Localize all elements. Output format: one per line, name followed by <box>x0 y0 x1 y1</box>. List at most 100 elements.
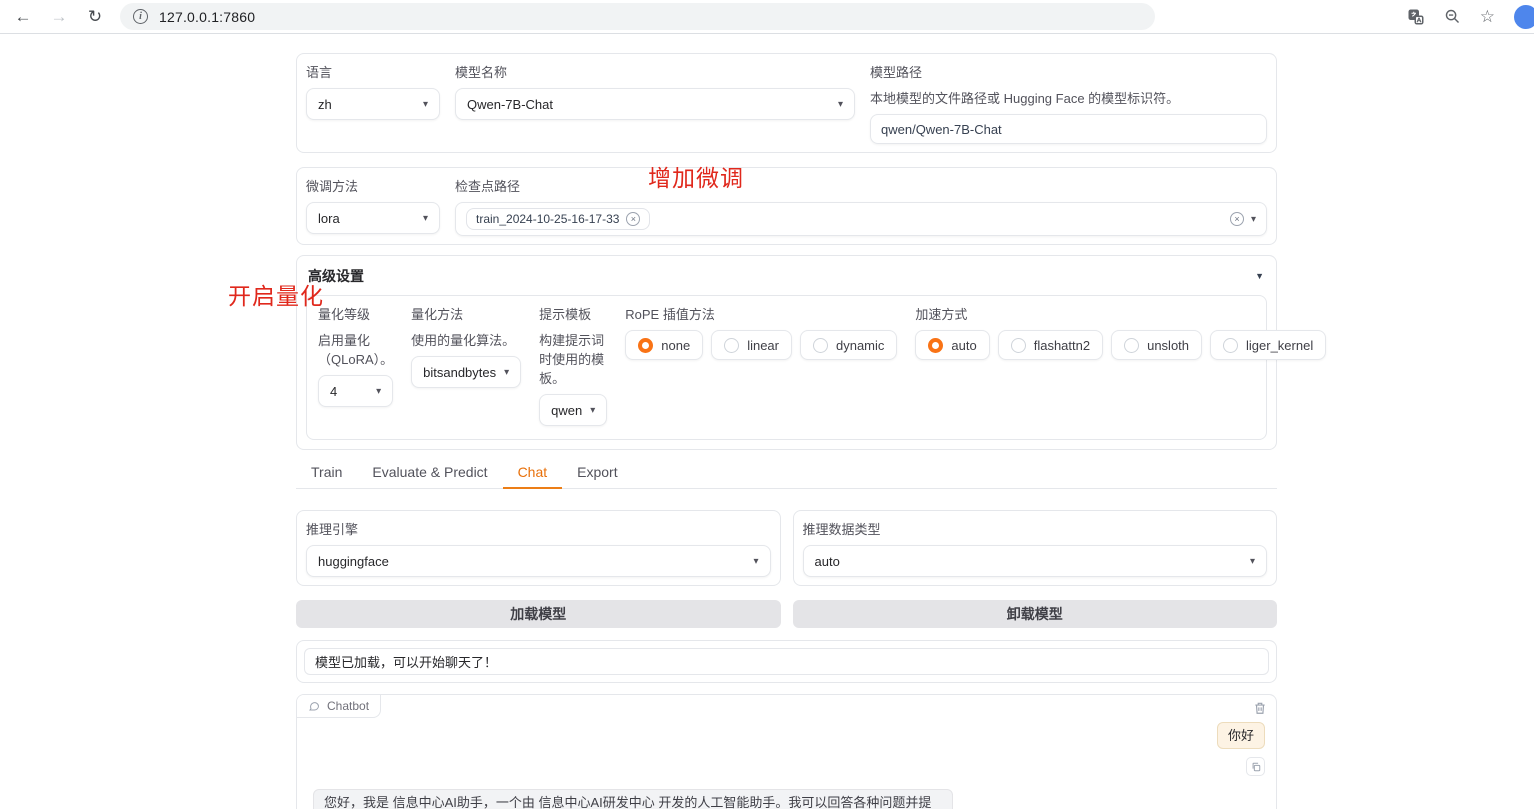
bookmark-star-icon[interactable]: ☆ <box>1480 7 1495 27</box>
tab-export[interactable]: Export <box>562 459 632 488</box>
status-block: 模型已加载，可以开始聊天了！ <box>296 640 1277 683</box>
user-bubble: 你好 <box>1217 722 1265 749</box>
booster-option-flashattn2[interactable]: flashattn2 <box>998 330 1103 360</box>
finetune-method-dropdown[interactable]: lora ▾ <box>306 202 440 234</box>
infer-engine-field: 推理引擎 huggingface ▾ <box>296 510 781 586</box>
remove-token-icon[interactable]: × <box>626 212 640 226</box>
radio-selected-icon <box>928 338 943 353</box>
model-config-group: 语言 zh ▾ 模型名称 Qwen-7B-Chat ▾ 模型路径 本地模型的文件… <box>296 53 1277 153</box>
quant-method-dropdown[interactable]: bitsandbytes ▾ <box>411 356 521 388</box>
infer-engine-value: huggingface <box>318 554 389 569</box>
booster-option-label: auto <box>951 338 976 353</box>
booster-option-auto[interactable]: auto <box>915 330 989 360</box>
checkpoint-path-multiselect[interactable]: train_2024-10-25-16-17-33 × × ▾ <box>455 202 1267 236</box>
model-name-dropdown[interactable]: Qwen-7B-Chat ▾ <box>455 88 855 120</box>
translate-icon[interactable] <box>1407 8 1425 26</box>
finetune-method-value: lora <box>318 211 340 226</box>
zoom-icon[interactable] <box>1444 8 1461 25</box>
model-path-input[interactable]: qwen/Qwen-7B-Chat <box>870 114 1267 144</box>
tab-chat[interactable]: Chat <box>503 459 563 489</box>
advanced-settings-title: 高级设置 <box>308 266 364 286</box>
url-text: 127.0.0.1:7860 <box>159 9 255 25</box>
model-path-field: 模型路径 本地模型的文件路径或 Hugging Face 的模型标识符。 qwe… <box>870 62 1267 144</box>
chatbot-label-text: Chatbot <box>327 699 369 713</box>
infer-engine-label: 推理引擎 <box>306 519 771 538</box>
chat-message-user: 你好 <box>1217 722 1265 776</box>
tab-evaluate-predict[interactable]: Evaluate & Predict <box>357 459 502 488</box>
status-text: 模型已加载，可以开始聊天了！ <box>315 652 497 671</box>
booster-option-liger-kernel[interactable]: liger_kernel <box>1210 330 1326 360</box>
advanced-settings-header[interactable]: 高级设置 ▼ <box>306 263 1267 295</box>
quant-method-label: 量化方法 <box>411 304 521 323</box>
chatbot-panel: Chatbot 你好 您好，我是 信息中心AI助手，一个由 信息中心AI研发中心… <box>296 694 1277 809</box>
chevron-down-icon: ▾ <box>423 99 428 110</box>
rope-option-linear[interactable]: linear <box>711 330 792 360</box>
language-dropdown[interactable]: zh ▾ <box>306 88 440 120</box>
booster-option-label: unsloth <box>1147 338 1189 353</box>
back-icon[interactable]: ← <box>12 0 34 34</box>
radio-icon <box>813 338 828 353</box>
quant-bit-field: 量化等级 启用量化（QLoRA）。 4 ▾ <box>318 304 393 407</box>
model-action-row: 加载模型 卸载模型 <box>296 600 1277 628</box>
clear-chat-trash-icon[interactable] <box>1253 701 1267 718</box>
chevron-down-icon[interactable]: ▾ <box>1251 214 1256 225</box>
model-name-field: 模型名称 Qwen-7B-Chat ▾ <box>455 62 855 120</box>
radio-icon <box>1124 338 1139 353</box>
quant-bit-value: 4 <box>330 384 337 399</box>
inference-config-row: 推理引擎 huggingface ▾ 推理数据类型 auto ▾ <box>296 510 1277 586</box>
rope-option-label: none <box>661 338 690 353</box>
rope-option-dynamic[interactable]: dynamic <box>800 330 897 360</box>
chat-bubble-icon <box>308 700 320 712</box>
infer-dtype-label: 推理数据类型 <box>803 519 1268 538</box>
finetune-method-label: 微调方法 <box>306 176 440 195</box>
template-field: 提示模板 构建提示词时使用的模板。 qwen ▾ <box>539 304 607 426</box>
radio-icon <box>1223 338 1238 353</box>
reload-icon[interactable]: ↻ <box>84 0 106 34</box>
template-info: 构建提示词时使用的模板。 <box>539 330 607 387</box>
template-label: 提示模板 <box>539 304 607 323</box>
finetune-method-field: 微调方法 lora ▾ <box>306 176 440 234</box>
booster-field: 加速方式 auto flashattn2 unsloth <box>915 304 1326 360</box>
profile-avatar[interactable] <box>1514 5 1534 29</box>
chat-messages: 你好 您好，我是 信息中心AI助手，一个由 信息中心AI研发中心 开发的人工智能… <box>297 695 1276 809</box>
radio-selected-icon <box>638 338 653 353</box>
accordion-collapse-icon[interactable]: ▼ <box>1255 271 1264 281</box>
tab-train[interactable]: Train <box>296 459 357 488</box>
unload-model-button[interactable]: 卸载模型 <box>793 600 1278 628</box>
booster-option-unsloth[interactable]: unsloth <box>1111 330 1202 360</box>
clear-all-icon[interactable]: × <box>1230 212 1244 226</box>
model-path-info: 本地模型的文件路径或 Hugging Face 的模型标识符。 <box>870 88 1267 107</box>
copy-message-icon[interactable] <box>1246 757 1265 776</box>
address-bar[interactable]: i 127.0.0.1:7860 <box>120 3 1155 30</box>
quant-bit-info: 启用量化（QLoRA）。 <box>318 330 393 368</box>
quant-method-field: 量化方法 使用的量化算法。 bitsandbytes ▾ <box>411 304 521 388</box>
chevron-down-icon: ▾ <box>423 213 428 224</box>
radio-icon <box>1011 338 1026 353</box>
chevron-down-icon: ▾ <box>1250 556 1255 567</box>
template-dropdown[interactable]: qwen ▾ <box>539 394 607 426</box>
llamafactory-webui: 语言 zh ▾ 模型名称 Qwen-7B-Chat ▾ 模型路径 本地模型的文件… <box>296 53 1277 809</box>
site-info-icon[interactable]: i <box>133 9 148 24</box>
template-value: qwen <box>551 403 582 418</box>
booster-radio-group: auto flashattn2 unsloth liger_kernel <box>915 330 1326 360</box>
checkpoint-path-field: 检查点路径 train_2024-10-25-16-17-33 × × ▾ <box>455 176 1267 236</box>
model-path-value: qwen/Qwen-7B-Chat <box>881 122 1002 137</box>
main-tabs: Train Evaluate & Predict Chat Export <box>296 459 1277 489</box>
advanced-settings-body: 量化等级 启用量化（QLoRA）。 4 ▾ 量化方法 使用的量化算法。 bits… <box>306 295 1267 440</box>
infer-dtype-dropdown[interactable]: auto ▾ <box>803 545 1268 577</box>
chevron-down-icon: ▾ <box>376 386 381 397</box>
infer-engine-dropdown[interactable]: huggingface ▾ <box>306 545 771 577</box>
load-model-button[interactable]: 加载模型 <box>296 600 781 628</box>
language-value: zh <box>318 97 332 112</box>
model-path-label: 模型路径 <box>870 62 1267 81</box>
status-textbox[interactable]: 模型已加载，可以开始聊天了！ <box>304 648 1269 675</box>
chevron-down-icon: ▾ <box>590 405 595 416</box>
forward-icon[interactable]: → <box>48 0 70 34</box>
rope-radio-group: none linear dynamic <box>625 330 897 360</box>
checkpoint-token-text: train_2024-10-25-16-17-33 <box>476 212 619 226</box>
quant-bit-dropdown[interactable]: 4 ▾ <box>318 375 393 407</box>
rope-option-none[interactable]: none <box>625 330 703 360</box>
finetune-config-group: 微调方法 lora ▾ 检查点路径 train_2024-10-25-16-17… <box>296 167 1277 245</box>
booster-label: 加速方式 <box>915 304 1326 323</box>
checkpoint-token: train_2024-10-25-16-17-33 × <box>466 208 650 230</box>
